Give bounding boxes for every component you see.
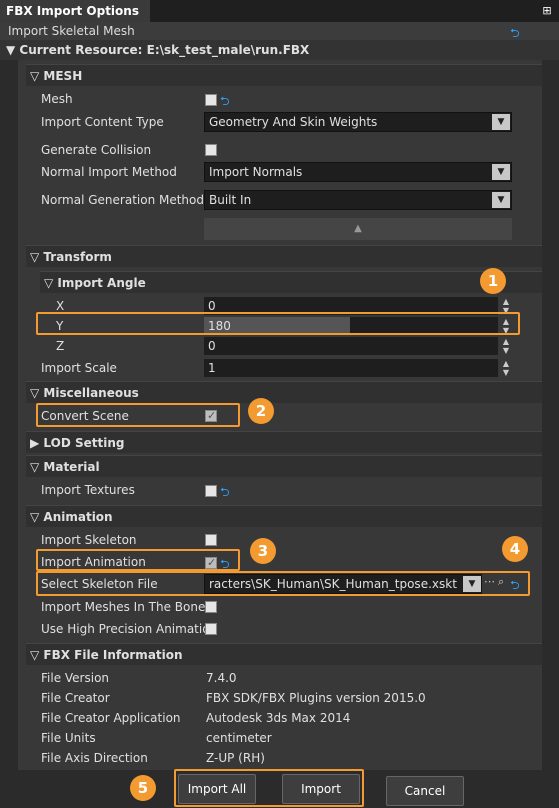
step-badge: 3: [250, 538, 276, 564]
z-label: Z: [56, 339, 65, 353]
info-value: centimeter: [206, 731, 272, 745]
import-scale-label: Import Scale: [41, 361, 117, 375]
generate-collision-label: Generate Collision: [41, 143, 152, 157]
current-resource[interactable]: ▼ Current Resource: E:\sk_test_male\run.…: [0, 40, 559, 60]
info-label: File Creator: [41, 691, 110, 705]
chevron-down-icon[interactable]: ▼: [492, 192, 510, 208]
z-input[interactable]: 0: [204, 337, 498, 355]
chevron-down-icon[interactable]: ▼: [492, 114, 510, 130]
info-label: File Creator Application: [41, 711, 181, 725]
info-label: File Version: [41, 671, 110, 685]
step-badge: 2: [248, 398, 274, 424]
section-miscellaneous[interactable]: ▽ Miscellaneous: [26, 381, 542, 403]
mesh-label: Mesh: [41, 92, 73, 106]
normal-gen-label: Normal Generation Method: [41, 193, 204, 207]
mesh-checkbox[interactable]: [205, 94, 217, 106]
step-badge: 4: [502, 536, 528, 562]
section-mesh[interactable]: ▽ MESH: [26, 64, 542, 86]
panel-gutter-left: [0, 60, 18, 770]
reset-icon[interactable]: ⮌: [220, 483, 230, 504]
window-subtitle: Import Skeletal Mesh ⮌: [0, 22, 559, 40]
scale-spinner[interactable]: ▲ ▼: [500, 359, 512, 377]
info-label: File Axis Direction: [41, 751, 148, 765]
info-value: 7.4.0: [206, 671, 237, 685]
info-label: File Units: [41, 731, 96, 745]
import-textures-label: Import Textures: [41, 483, 135, 497]
step-badge: 1: [480, 268, 506, 294]
import-textures-checkbox[interactable]: [205, 485, 217, 497]
step-badge: 5: [130, 775, 156, 801]
section-lod[interactable]: ▶ LOD Setting: [26, 431, 542, 453]
import-skeleton-label: Import Skeleton: [41, 533, 137, 547]
section-fbx-info[interactable]: ▽ FBX File Information: [26, 643, 542, 665]
highlight-box: [36, 312, 520, 335]
chevron-down-icon[interactable]: ▼: [492, 164, 510, 180]
section-import-angle[interactable]: ▽ Import Angle: [40, 271, 542, 293]
normal-gen-dropdown[interactable]: Built In: [204, 190, 512, 210]
normal-import-dropdown[interactable]: Import Normals: [204, 162, 512, 182]
section-animation[interactable]: ▽ Animation: [26, 505, 542, 527]
section-transform[interactable]: ▽ Transform: [26, 245, 542, 267]
generate-collision-checkbox[interactable]: [205, 144, 217, 156]
pin-icon[interactable]: ⊞: [540, 4, 554, 18]
high-precision-checkbox[interactable]: [205, 623, 217, 635]
highlight-box: [36, 571, 530, 596]
info-value: Autodesk 3ds Max 2014: [206, 711, 351, 725]
section-material[interactable]: ▽ Material: [26, 455, 542, 477]
panel-gutter-right: [542, 60, 559, 770]
reset-icon[interactable]: ⮌: [220, 92, 230, 113]
content-type-label: Import Content Type: [41, 115, 164, 129]
highlight-box: [36, 403, 240, 427]
meshes-in-bone-checkbox[interactable]: [205, 601, 217, 613]
highlight-box: [36, 549, 240, 571]
cancel-button[interactable]: Cancel: [386, 776, 464, 806]
content-type-dropdown[interactable]: Geometry And Skin Weights: [204, 112, 512, 132]
info-value: Z-UP (RH): [206, 751, 265, 765]
collapse-up-button[interactable]: ▲: [204, 218, 512, 240]
highlight-box: [174, 769, 364, 807]
high-precision-label: Use High Precision Animation: [41, 622, 205, 636]
window-title: FBX Import Options: [0, 0, 150, 22]
normal-import-label: Normal Import Method: [41, 165, 177, 179]
info-value: FBX SDK/FBX Plugins version 2015.0: [206, 691, 426, 705]
z-spinner[interactable]: ▲ ▼: [500, 337, 512, 355]
import-skeleton-checkbox[interactable]: [205, 534, 217, 546]
import-scale-input[interactable]: 1: [204, 359, 498, 377]
meshes-in-bone-label: Import Meshes In The Bone: [41, 600, 206, 614]
